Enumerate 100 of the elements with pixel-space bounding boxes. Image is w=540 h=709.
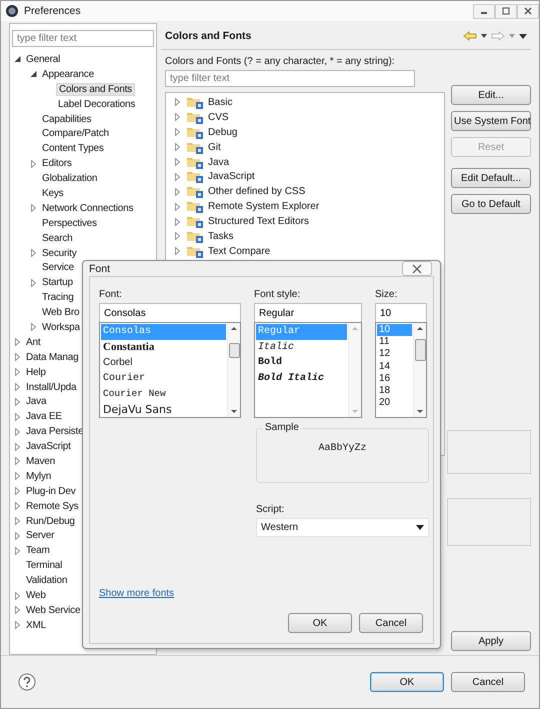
- show-more-fonts-link[interactable]: Show more fonts: [99, 588, 174, 599]
- expand-icon[interactable]: [14, 621, 21, 630]
- tree-item[interactable]: Java EE: [24, 411, 64, 422]
- expand-icon[interactable]: [174, 128, 181, 136]
- tree-item[interactable]: Remote System Explorer: [208, 201, 320, 212]
- cancel-button[interactable]: Cancel: [451, 672, 525, 692]
- expand-icon[interactable]: [174, 172, 181, 181]
- tree-item[interactable]: Basic: [208, 96, 232, 108]
- expand-icon[interactable]: [14, 517, 21, 526]
- expand-icon[interactable]: [14, 398, 21, 406]
- action-button[interactable]: Go to Default: [451, 194, 531, 214]
- font-option[interactable]: DejaVu Sans: [101, 402, 226, 417]
- font-option[interactable]: Courier New: [101, 386, 226, 402]
- expand-icon[interactable]: [174, 247, 181, 256]
- menu-icon[interactable]: [519, 34, 527, 38]
- expand-icon[interactable]: [174, 113, 181, 122]
- tree-item[interactable]: Keys: [40, 188, 66, 199]
- tree-item[interactable]: Help: [24, 366, 48, 378]
- tree-item[interactable]: XML: [24, 620, 48, 631]
- tree-item[interactable]: Debug: [208, 126, 238, 138]
- font-style-option[interactable]: Bold: [256, 355, 347, 370]
- tree-item[interactable]: Appearance: [40, 68, 96, 80]
- size-option[interactable]: 16: [377, 372, 412, 386]
- expand-icon[interactable]: [30, 278, 37, 287]
- expand-icon[interactable]: [174, 158, 181, 166]
- tree-item[interactable]: Run/Debug: [24, 516, 77, 527]
- action-button[interactable]: Use System Font: [451, 111, 531, 131]
- size-option[interactable]: 12: [377, 348, 412, 361]
- collapse-icon[interactable]: [14, 56, 21, 62]
- tree-item[interactable]: Validation: [24, 575, 70, 586]
- tree-item[interactable]: Compare/Patch: [40, 128, 111, 140]
- collapse-icon[interactable]: [30, 71, 37, 78]
- tree-item[interactable]: Service: [40, 262, 76, 274]
- tree-item[interactable]: Workspa: [40, 322, 82, 333]
- tree-item[interactable]: Remote Sys: [24, 500, 80, 512]
- expand-icon[interactable]: [174, 232, 181, 240]
- tree-item[interactable]: Search: [40, 232, 74, 244]
- tree-item[interactable]: Network Connections: [40, 202, 136, 214]
- expand-icon[interactable]: [14, 487, 21, 496]
- tree-item[interactable]: Git: [208, 142, 221, 153]
- expand-icon[interactable]: [14, 546, 21, 555]
- expand-icon[interactable]: [30, 160, 37, 168]
- ok-button[interactable]: OK: [288, 613, 352, 633]
- tree-item[interactable]: Startup: [40, 277, 75, 288]
- tree-item[interactable]: Web: [24, 590, 48, 601]
- tree-item[interactable]: Other defined by CSS: [208, 186, 306, 198]
- font-option[interactable]: Courier: [101, 370, 226, 386]
- tree-item[interactable]: Label Decorations: [56, 98, 138, 110]
- tree-item[interactable]: Java: [208, 156, 230, 168]
- apply-button[interactable]: Apply: [451, 631, 531, 651]
- font-style-option[interactable]: Bold Italic: [256, 370, 347, 386]
- tree-item[interactable]: Data Manag: [24, 352, 80, 363]
- expand-icon[interactable]: [14, 353, 21, 362]
- scrollbar[interactable]: [227, 323, 240, 417]
- scrollbar[interactable]: [348, 323, 361, 417]
- tree-item[interactable]: Server: [24, 530, 56, 542]
- tree-item[interactable]: JavaScript: [24, 441, 73, 452]
- tree-item[interactable]: Perspectives: [40, 218, 99, 229]
- expand-icon[interactable]: [174, 143, 181, 152]
- action-button[interactable]: Edit...: [451, 85, 531, 105]
- expand-icon[interactable]: [14, 428, 21, 436]
- close-button[interactable]: [517, 4, 539, 18]
- size-option[interactable]: 20: [377, 397, 412, 410]
- tree-item[interactable]: Tracing: [40, 292, 76, 304]
- expand-icon[interactable]: [174, 98, 181, 106]
- tree-item[interactable]: Plug-in Dev: [24, 486, 78, 497]
- size-option[interactable]: 18: [377, 385, 412, 398]
- tree-item[interactable]: Capabilities: [40, 114, 94, 124]
- tree-item[interactable]: Editors: [40, 158, 74, 170]
- size-field[interactable]: 10: [375, 303, 427, 322]
- maximize-button[interactable]: [495, 4, 517, 18]
- tree-item[interactable]: Globalization: [40, 173, 100, 184]
- expand-icon[interactable]: [14, 472, 21, 480]
- expand-icon[interactable]: [30, 323, 37, 332]
- tree-item[interactable]: Java: [24, 396, 48, 408]
- tree-item[interactable]: Security: [40, 248, 79, 259]
- expand-icon[interactable]: [14, 338, 21, 346]
- expand-icon[interactable]: [14, 592, 21, 600]
- tree-item[interactable]: Colors and Fonts: [56, 82, 135, 96]
- font-option[interactable]: Constantia: [101, 340, 226, 355]
- expand-icon[interactable]: [174, 188, 181, 196]
- tree-item[interactable]: Maven: [24, 456, 58, 467]
- tree-item[interactable]: Mylyn: [24, 470, 54, 482]
- expand-icon[interactable]: [14, 442, 21, 451]
- tree-item[interactable]: Terminal: [24, 560, 64, 572]
- tree-item[interactable]: General: [24, 54, 62, 65]
- tree-item[interactable]: Tasks: [208, 230, 234, 242]
- dropdown-icon[interactable]: [481, 34, 487, 38]
- tree-item[interactable]: JavaScript: [208, 171, 255, 182]
- filter-field[interactable]: type filter text: [165, 70, 415, 87]
- scrollbar[interactable]: [413, 323, 426, 417]
- expand-icon[interactable]: [14, 383, 21, 392]
- tree-item[interactable]: Content Types: [40, 143, 106, 154]
- expand-icon[interactable]: [14, 412, 21, 421]
- close-button[interactable]: [402, 261, 432, 276]
- cancel-button[interactable]: Cancel: [359, 613, 423, 633]
- font-style-option[interactable]: Italic: [256, 340, 347, 355]
- expand-icon[interactable]: [14, 532, 21, 540]
- expand-icon[interactable]: [14, 502, 21, 510]
- font-option[interactable]: Corbel: [101, 355, 226, 370]
